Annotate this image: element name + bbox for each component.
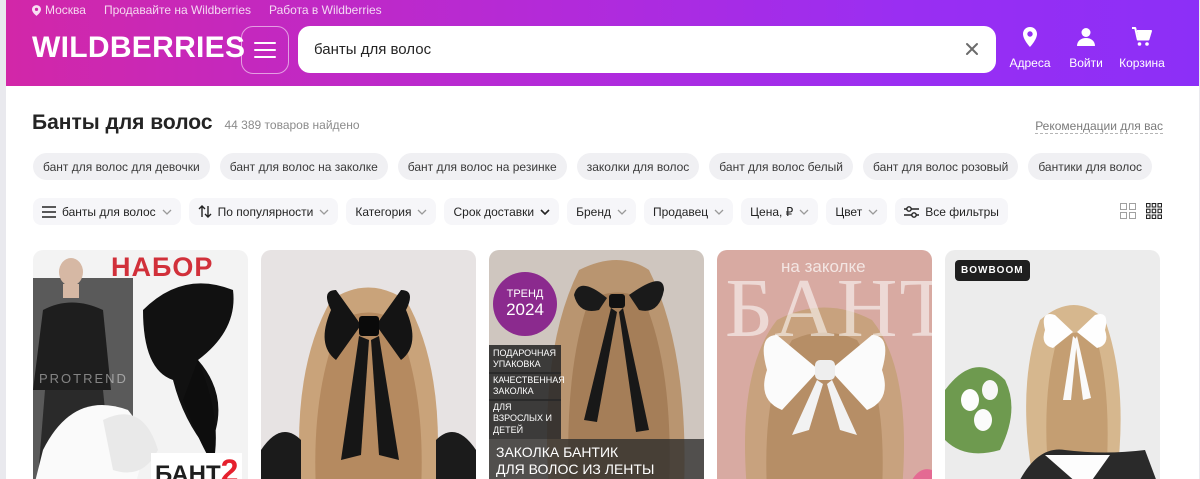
clear-search-icon[interactable] <box>962 39 982 59</box>
chevron-down-icon <box>540 208 550 215</box>
recommendations-link[interactable]: Рекомендации для вас <box>1035 119 1163 134</box>
cart-label: Корзина <box>1119 56 1165 70</box>
login-label: Войти <box>1069 56 1103 70</box>
product-card[interactable]: ТРЕНД 2024 ПОДАРОЧНАЯ УПАКОВКА КАЧЕСТВЕН… <box>489 250 704 479</box>
chevron-down-icon <box>319 209 329 215</box>
title-row: Банты для волос 44 389 товаров найдено <box>32 111 360 135</box>
chip-suggestion[interactable]: заколки для волос <box>576 153 700 180</box>
brand-label: Бренд <box>576 204 611 219</box>
chip-suggestion[interactable]: бант для волос розовый <box>863 153 1019 180</box>
logo[interactable]: WILDBERRIES <box>32 31 245 65</box>
trend-badge: ТРЕНД 2024 <box>493 272 557 336</box>
page-title: Банты для волос <box>32 111 213 134</box>
app-frame: Москва Продавайте на Wildberries Работа … <box>6 0 1199 479</box>
delivery-label: Срок доставки <box>453 204 535 219</box>
cart-button[interactable]: Корзина <box>1114 26 1170 70</box>
category-filter[interactable]: Категория <box>346 198 437 225</box>
product-image <box>945 250 1160 479</box>
delivery-filter[interactable]: Срок доставки <box>444 198 560 225</box>
cart-icon <box>1132 27 1152 46</box>
product-card[interactable] <box>261 250 476 479</box>
chevron-down-icon <box>418 209 427 215</box>
menu-line <box>254 42 276 44</box>
brand-badge: BOWBOOM <box>955 260 1030 281</box>
chevron-down-icon <box>617 209 627 215</box>
product-image <box>261 250 476 479</box>
login-button[interactable]: Войти <box>1058 26 1114 70</box>
card-bottom-word: БАНТ <box>155 461 221 479</box>
sell-link[interactable]: Продавайте на Wildberries <box>104 3 251 17</box>
color-label: Цвет <box>835 204 863 219</box>
product-grid: НАБОР PROTREND БАНТ2 ТРЕНД 2024 ПОДАРОЧН… <box>33 250 1160 479</box>
sort-icon <box>198 205 212 218</box>
user-icon <box>1077 28 1095 46</box>
card-bottom-number: 2 <box>220 453 239 479</box>
card-bottom-label: БАНТ2 <box>151 453 243 479</box>
header: Москва Продавайте на Wildberries Работа … <box>6 0 1199 86</box>
seller-filter[interactable]: Продавец <box>643 198 734 225</box>
location-pin-small-icon <box>32 4 41 16</box>
chip-suggestion[interactable]: бант для волос на резинке <box>397 153 567 180</box>
trend-badge-top: ТРЕНД <box>506 288 544 300</box>
price-label: Цена, ₽ <box>750 204 794 219</box>
menu-button[interactable] <box>241 26 289 74</box>
sort-label: По популярности <box>217 204 314 219</box>
all-filters-label: Все фильтры <box>925 204 999 219</box>
addresses-label: Адреса <box>1009 56 1051 70</box>
sliders-icon <box>904 205 920 218</box>
banner-line: ЗАКОЛКА БАНТИК <box>496 444 619 460</box>
top-links: Москва Продавайте на Wildberries Работа … <box>32 3 382 17</box>
chip-suggestion[interactable]: бант для волос на заколке <box>219 153 388 180</box>
seller-label: Продавец <box>652 204 709 219</box>
category-query-label: банты для волос <box>62 204 156 219</box>
product-image <box>33 250 248 479</box>
feature-tag: КАЧЕСТВЕННАЯ ЗАКОЛКА <box>489 372 565 401</box>
product-card[interactable]: BOWBOOM <box>945 250 1160 479</box>
jobs-link[interactable]: Работа в Wildberries <box>269 3 382 17</box>
watermark-text: PROTREND <box>39 371 128 386</box>
banner-line: ДЛЯ ВОЛОС ИЗ ЛЕНТЫ <box>496 460 655 477</box>
grid-small-view-icon[interactable] <box>1146 203 1162 219</box>
product-card[interactable]: БАНТ на заколке <box>717 250 932 479</box>
category-label: Категория <box>355 204 412 219</box>
filter-bar: банты для волос По популярности Категори… <box>33 198 1008 225</box>
chevron-down-icon <box>868 209 878 215</box>
grid-large-view-icon[interactable] <box>1120 203 1136 219</box>
chevron-down-icon <box>799 209 809 215</box>
card-subtitle: на заколке <box>781 257 866 276</box>
location-link[interactable]: Москва <box>32 3 86 17</box>
price-filter[interactable]: Цена, ₽ <box>741 198 819 225</box>
card-banner: ЗАКОЛКА БАНТИК ДЛЯ ВОЛОС ИЗ ЛЕНТЫ <box>489 439 704 479</box>
header-nav: Адреса Войти Корзина <box>1002 26 1170 70</box>
addresses-button[interactable]: Адреса <box>1002 26 1058 70</box>
results-count: 44 389 товаров найдено <box>224 118 360 132</box>
all-filters-button[interactable]: Все фильтры <box>895 198 1008 225</box>
location-pin-icon <box>1023 27 1037 47</box>
feature-tag: ПОДАРОЧНАЯ УПАКОВКА <box>489 345 561 374</box>
suggestion-chips: бант для волос для девочки бант для воло… <box>33 153 1153 180</box>
search-input[interactable] <box>314 41 934 58</box>
chip-suggestion[interactable]: бант для волос для девочки <box>33 153 210 180</box>
category-query-filter[interactable]: банты для волос <box>33 198 181 225</box>
list-icon <box>42 205 56 218</box>
chip-suggestion[interactable]: бант для волос белый <box>709 153 853 180</box>
view-switcher <box>1120 203 1162 219</box>
search-bar <box>298 26 996 73</box>
card-headline: НАБОР <box>111 252 214 282</box>
color-filter[interactable]: Цвет <box>826 198 888 225</box>
trend-badge-year: 2024 <box>506 300 544 319</box>
menu-line <box>254 56 276 58</box>
sort-filter[interactable]: По популярности <box>188 198 339 225</box>
feature-tag: ДЛЯ ВЗРОСЛЫХ И ДЕТЕЙ <box>489 399 561 439</box>
location-label: Москва <box>45 3 86 17</box>
chevron-down-icon <box>714 209 724 215</box>
chip-suggestion[interactable]: бантики для волос <box>1028 153 1153 180</box>
brand-filter[interactable]: Бренд <box>567 198 636 225</box>
menu-line <box>254 49 276 51</box>
product-card[interactable]: НАБОР PROTREND БАНТ2 <box>33 250 248 479</box>
chevron-down-icon <box>162 209 172 215</box>
